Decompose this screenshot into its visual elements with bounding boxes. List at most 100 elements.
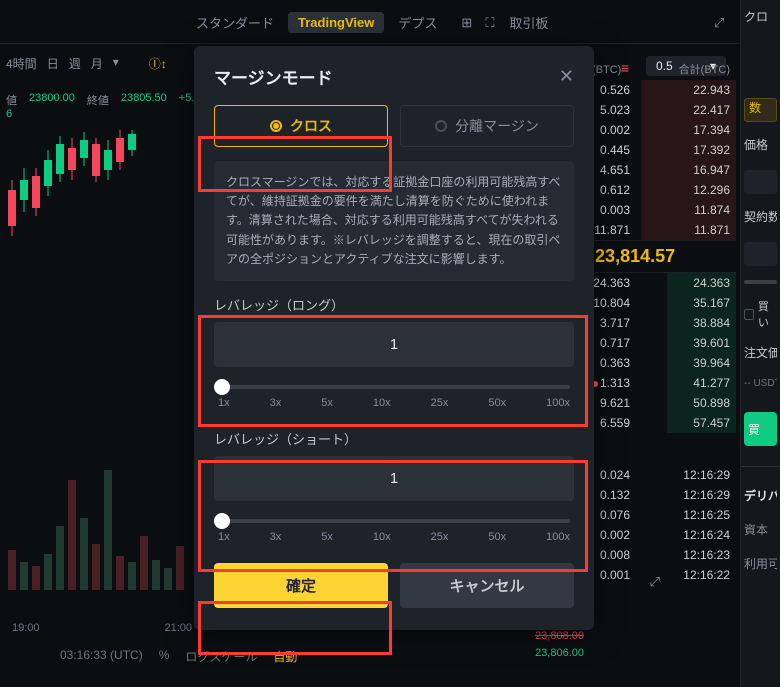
auto-toggle[interactable]: 自動 <box>273 648 297 665</box>
leverage-tick: 25x <box>431 397 449 409</box>
close-value: 23805.50 <box>121 92 167 108</box>
price-ohlc: 値 23800.00 終値 23805.50 +5.00 <box>6 92 207 108</box>
leverage-tick: 25x <box>431 531 449 543</box>
qty-slider[interactable] <box>744 280 777 284</box>
tab-tradingview[interactable]: TradingView <box>288 12 384 33</box>
trade-price: 23,806.00 <box>535 645 584 663</box>
chart-x-axis: 19:00 21:00 <box>12 622 192 634</box>
logscale-toggle[interactable]: ログスケール <box>185 648 257 665</box>
modal-title: マージンモード <box>214 64 333 89</box>
leverage-tick: 50x <box>488 531 506 543</box>
leverage-long-slider[interactable]: 1x 3x 5x 10x 25x 50x 100x <box>214 379 574 415</box>
percent-toggle[interactable]: % <box>159 648 170 665</box>
timeframe-month[interactable]: 月 <box>91 55 103 72</box>
trade-time: 12:16:25 <box>664 508 730 522</box>
ask-total: 12.296 <box>664 183 730 197</box>
timeframe-4h[interactable]: 4時間 <box>6 55 37 72</box>
leverage-tick: 10x <box>373 397 391 409</box>
orderbook-expand-icon[interactable]: ⤢ <box>650 574 660 590</box>
trade-price: 23,808.00 <box>535 628 584 646</box>
close-icon[interactable]: ✕ <box>559 66 574 87</box>
leverage-short-slider[interactable]: 1x 3x 5x 10x 25x 50x 100x <box>214 513 574 549</box>
grid-layout-icon[interactable]: ⊞ <box>451 12 471 34</box>
margin-note: クロスマージンでは、対応する証拠金口座の利用可能残高すべてが、維持証拠金の要件を… <box>214 161 574 281</box>
bid-total: 39.964 <box>664 356 730 370</box>
leverage-tick: 1x <box>218 531 230 543</box>
fullscreen-icon[interactable]: ⛶ <box>475 12 495 34</box>
contracts-input[interactable] <box>744 242 777 266</box>
radio-unselected-icon <box>435 120 447 132</box>
leverage-tick: 5x <box>321 397 333 409</box>
order-price-unit: -- USDT <box>744 378 777 398</box>
leverage-tick: 3x <box>270 397 282 409</box>
leverage-tick: 100x <box>546 531 570 543</box>
leverage-tick: 100x <box>546 397 570 409</box>
price-label: 価格 <box>744 136 777 156</box>
trade-time: 12:16:22 <box>664 568 730 582</box>
confirm-button[interactable]: 確定 <box>214 563 388 608</box>
chart-footer: 03:16:33 (UTC) % ログスケール 自動 <box>60 648 297 665</box>
slider-thumb[interactable] <box>214 379 230 395</box>
leverage-long-value[interactable]: 1 <box>214 322 574 367</box>
tab-depth[interactable]: デプス <box>388 10 447 35</box>
tab-standard[interactable]: スタンダード <box>186 10 284 35</box>
bid-total: 38.884 <box>664 316 730 330</box>
expand-icon[interactable]: ⤢ <box>704 12 724 34</box>
bid-total: 24.363 <box>664 276 730 290</box>
cancel-button[interactable]: キャンセル <box>400 563 574 608</box>
cross-margin-option[interactable]: クロス <box>214 105 388 147</box>
clock-time: 03:16:33 (UTC) <box>60 648 143 665</box>
open-value: 23800.00 <box>29 92 75 108</box>
last-prices: 23,808.00 23,806.00 <box>535 628 584 663</box>
top-tab-bar: スタンダード TradingView デプス ⊞ ⛶ 取引板 ⤢ <box>0 10 780 44</box>
cross-label: クロス <box>290 116 332 136</box>
equity-label: 資本 <box>744 521 777 541</box>
ask-total: 11.871 <box>664 223 730 237</box>
leverage-tick: 10x <box>373 531 391 543</box>
timeframe-week[interactable]: 週 <box>69 55 81 72</box>
leverage-tick: 50x <box>488 397 506 409</box>
bid-total: 41.277 <box>664 376 730 390</box>
timeframe-day[interactable]: 日 <box>47 55 59 72</box>
trade-time: 12:16:23 <box>664 548 730 562</box>
leverage-tick: 1x <box>218 397 230 409</box>
order-price-label: 注文価 <box>744 344 777 364</box>
total-header: 合計(BTC) <box>679 61 730 77</box>
ask-total: 11.874 <box>664 203 730 217</box>
bid-total: 39.601 <box>664 336 730 350</box>
trade-time: 12:16:29 <box>664 468 730 482</box>
leverage-short-value[interactable]: 1 <box>214 456 574 501</box>
ask-total: 17.392 <box>664 143 730 157</box>
ask-total: 17.394 <box>664 123 730 137</box>
isolated-label: 分離マージン <box>455 116 539 136</box>
buy-button[interactable]: 買 <box>744 412 777 446</box>
margin-mode-pill[interactable]: クロ <box>744 8 777 28</box>
contracts-label: 契約数 <box>744 208 777 228</box>
leverage-long-block: レバレッジ（ロング） 1 1x 3x 5x 10x 25x 50x 100x <box>214 295 574 415</box>
volume-chart[interactable] <box>6 420 186 600</box>
leverage-long-label: レバレッジ（ロング） <box>214 295 574 314</box>
qty-button[interactable]: 数 <box>744 98 777 122</box>
slider-thumb[interactable] <box>214 513 230 529</box>
close-label: 終値 <box>87 92 109 108</box>
leverage-short-block: レバレッジ（ショート） 1 1x3x5x10x25x50x100x <box>214 429 574 549</box>
tab-tradeboard[interactable]: 取引板 <box>499 10 558 35</box>
x-tick-left: 19:00 <box>12 622 40 634</box>
bid-total: 50.898 <box>664 396 730 410</box>
bid-total: 57.457 <box>664 416 730 430</box>
price-input[interactable] <box>744 170 777 194</box>
margin-mode-modal: マージンモード ✕ クロス 分離マージン クロスマージンでは、対応する証拠金口座… <box>194 46 594 630</box>
buy-checkbox[interactable]: 買い <box>744 298 777 330</box>
open-label: 値 <box>6 92 17 108</box>
ask-total: 22.417 <box>664 103 730 117</box>
ask-total: 16.947 <box>664 163 730 177</box>
leverage-tick: 5x <box>321 531 333 543</box>
candle-toggle-icon[interactable]: Ⓘ↕ <box>149 55 167 72</box>
isolated-margin-option[interactable]: 分離マージン <box>400 105 574 147</box>
timeframe-more-icon[interactable]: ▾ <box>113 55 119 72</box>
trade-time: 12:16:29 <box>664 488 730 502</box>
radio-selected-icon <box>270 120 282 132</box>
timeframe-selector: 4時間 日 週 月 ▾ Ⓘ↕ <box>6 55 167 72</box>
ask-total: 22.943 <box>664 83 730 97</box>
leverage-tick: 3x <box>270 531 282 543</box>
